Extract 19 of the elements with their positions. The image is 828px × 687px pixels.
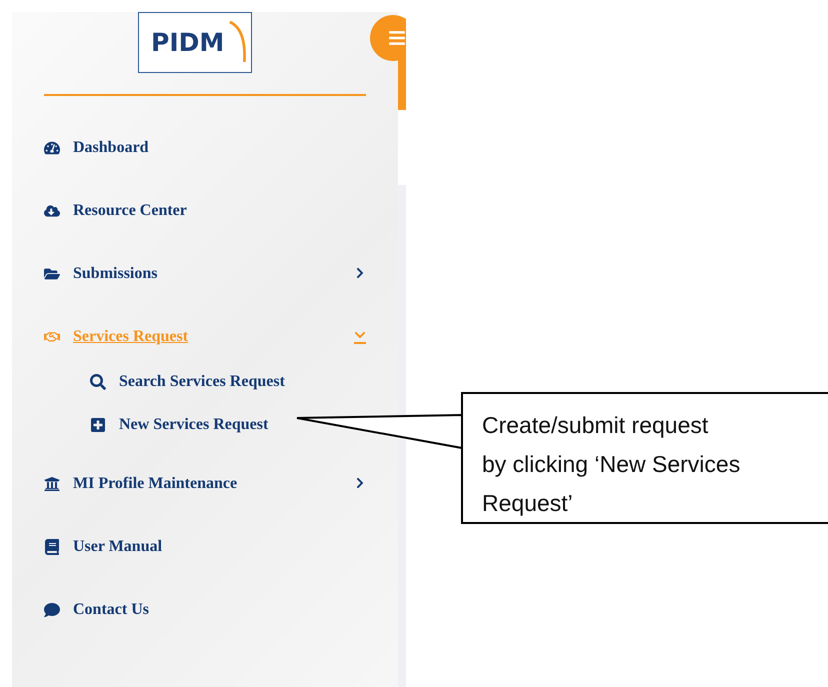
nav-item[interactable]: Contact Us [44,578,366,641]
search-icon [90,374,106,390]
nav-item[interactable]: Dashboard [44,116,366,179]
nav-item[interactable]: MI Profile Maintenance [44,452,366,515]
logo-text: PIDM [151,28,224,57]
menu-icon [388,29,406,47]
nav-item[interactable]: Resource Center [44,179,366,242]
callout-text: Create/submit request by clicking ‘New Services Request’ [482,411,742,518]
nav-item[interactable]: Submissions [44,242,366,305]
dashboard-icon [44,140,60,156]
chevron-icon [354,477,366,490]
chevron-icon [354,329,366,344]
bank-icon [44,476,60,492]
book-icon [44,538,60,554]
chevron-icon [354,267,366,280]
speech-bubble-icon [44,602,60,618]
folder-icon [44,266,60,282]
nav-item[interactable]: User Manual [44,515,366,578]
cloud-download-icon [44,202,60,218]
